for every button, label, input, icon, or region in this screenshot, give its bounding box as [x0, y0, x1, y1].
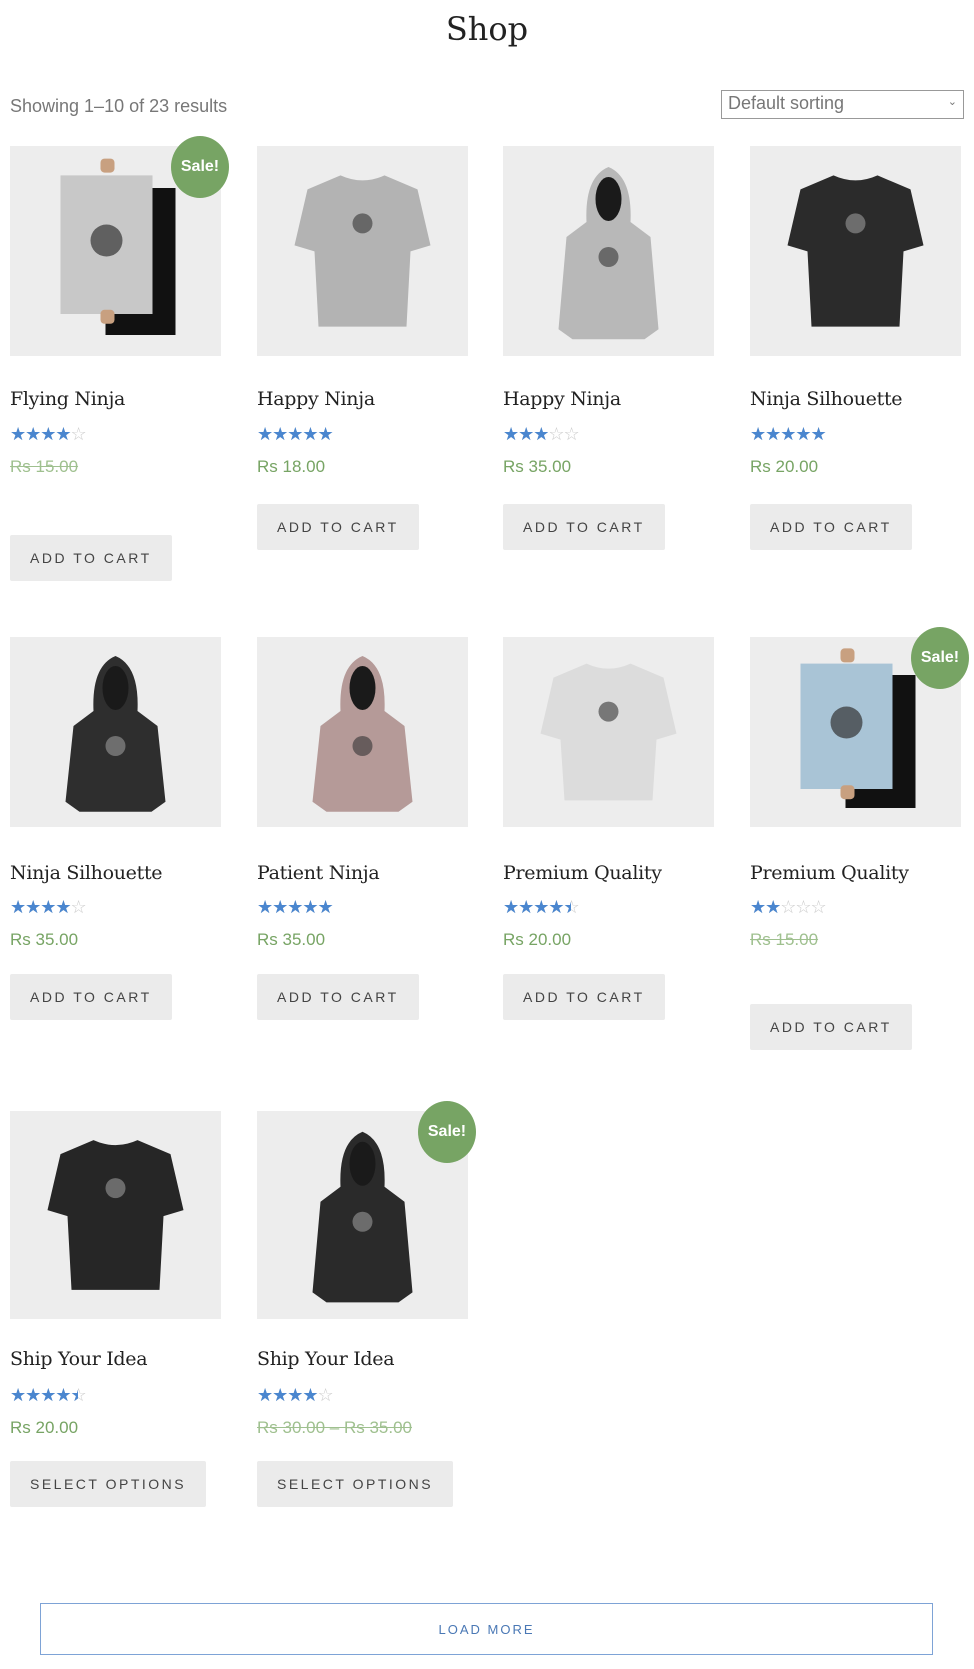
product-name[interactable]: Ninja Silhouette — [750, 388, 903, 410]
select-options-button[interactable]: SELECT OPTIONS — [10, 1461, 207, 1507]
product-image[interactable] — [10, 1111, 221, 1319]
price: Rs 30.00 – Rs 35.00 — [257, 1418, 412, 1438]
sale-badge: Sale! — [911, 627, 969, 689]
star-filled-icon: ★★★★★ — [257, 1386, 318, 1404]
sale-price: Rs 15.00 — [10, 457, 79, 476]
add-to-cart-button[interactable]: ADD TO CART — [257, 504, 419, 550]
add-to-cart-button[interactable]: ADD TO CART — [10, 974, 172, 1020]
price: Rs 15.00 — [10, 457, 78, 477]
star-rating: ☆☆☆☆☆★★★★★ — [10, 1386, 87, 1404]
star-rating: ☆☆☆☆☆★★★★★ — [750, 425, 827, 443]
result-count: Showing 1–10 of 23 results — [10, 96, 228, 116]
star-rating: ☆☆☆☆☆★★★★★ — [503, 425, 580, 443]
product-image[interactable] — [750, 146, 961, 356]
product-name[interactable]: Flying Ninja — [10, 388, 125, 410]
product-image[interactable] — [257, 637, 468, 827]
sale-badge: Sale! — [171, 136, 229, 198]
product-image[interactable]: Sale! — [10, 136, 229, 356]
product-price: Rs 18.00 — [257, 457, 326, 476]
price: Rs 35.00 — [10, 930, 78, 950]
star-filled-icon: ★★★★★ — [10, 1386, 78, 1404]
star-filled-icon: ★★★★★ — [257, 898, 333, 916]
product-image[interactable] — [10, 637, 221, 827]
product-price: Rs 20.00 — [10, 1418, 79, 1437]
product-name[interactable]: Patient Ninja — [257, 862, 380, 884]
product-name[interactable]: Happy Ninja — [503, 388, 621, 410]
star-filled-icon: ★★★★★ — [503, 425, 549, 443]
sale-price: Rs 15.00 — [750, 930, 819, 949]
star-rating: ☆☆☆☆☆★★★★★ — [10, 898, 87, 916]
star-filled-icon: ★★★★★ — [503, 898, 571, 916]
price: Rs 35.00 — [503, 457, 571, 477]
chevron-down-icon: ⌄ — [947, 96, 957, 108]
sale-price: Rs 30.00 – Rs 35.00 — [257, 1418, 412, 1437]
product-image[interactable]: Sale! — [257, 1101, 476, 1319]
product-image[interactable] — [503, 637, 714, 827]
star-rating: ☆☆☆☆☆★★★★★ — [257, 1386, 334, 1404]
star-rating: ☆☆☆☆☆★★★★★ — [257, 898, 334, 916]
product-price: Rs 35.00 — [10, 930, 79, 949]
product-name[interactable]: Happy Ninja — [257, 388, 375, 410]
star-rating: ☆☆☆☆☆★★★★★ — [257, 425, 334, 443]
sorting-select[interactable]: Default sorting ⌄ — [721, 90, 964, 119]
product-name[interactable]: Ship Your Idea — [10, 1348, 148, 1370]
product-name[interactable]: Premium Quality — [750, 862, 909, 884]
add-to-cart-button[interactable]: ADD TO CART — [257, 974, 419, 1020]
product-image[interactable] — [257, 146, 468, 356]
star-rating: ☆☆☆☆☆★★★★★ — [10, 425, 87, 443]
add-to-cart-button[interactable]: ADD TO CART — [503, 504, 665, 550]
price: Rs 20.00 — [503, 930, 571, 950]
star-rating: ☆☆☆☆☆★★★★★ — [503, 898, 580, 916]
product-name[interactable]: Ship Your Idea — [257, 1348, 395, 1370]
star-filled-icon: ★★★★★ — [257, 425, 333, 443]
page-title: Shop — [445, 10, 529, 48]
star-filled-icon: ★★★★★ — [750, 898, 781, 916]
product-name[interactable]: Premium Quality — [503, 862, 662, 884]
add-to-cart-button[interactable]: ADD TO CART — [503, 974, 665, 1020]
product-image[interactable] — [503, 146, 714, 356]
load-more-button[interactable]: LOAD MORE — [40, 1603, 933, 1655]
price: Rs 35.00 — [257, 930, 325, 950]
product-price: Rs 35.00 — [257, 930, 326, 949]
price: Rs 15.00 — [750, 930, 818, 950]
product-image[interactable]: Sale! — [750, 627, 969, 827]
price: Rs 20.00 — [750, 457, 818, 477]
select-options-button[interactable]: SELECT OPTIONS — [257, 1461, 454, 1507]
sale-badge: Sale! — [418, 1101, 476, 1163]
product-price: Rs 20.00 — [503, 930, 572, 949]
star-filled-icon: ★★★★★ — [10, 425, 71, 443]
add-to-cart-button[interactable]: ADD TO CART — [10, 535, 172, 581]
product-price: Rs 35.00 — [503, 457, 572, 476]
price: Rs 20.00 — [10, 1418, 78, 1438]
star-filled-icon: ★★★★★ — [750, 425, 826, 443]
add-to-cart-button[interactable]: ADD TO CART — [750, 1004, 912, 1050]
add-to-cart-button[interactable]: ADD TO CART — [750, 504, 912, 550]
sorting-selected: Default sorting — [728, 93, 845, 113]
product-price: Rs 20.00 — [750, 457, 819, 476]
price: Rs 18.00 — [257, 457, 325, 477]
star-rating: ☆☆☆☆☆★★★★★ — [750, 898, 827, 916]
star-filled-icon: ★★★★★ — [10, 898, 71, 916]
product-name[interactable]: Ninja Silhouette — [10, 862, 163, 884]
